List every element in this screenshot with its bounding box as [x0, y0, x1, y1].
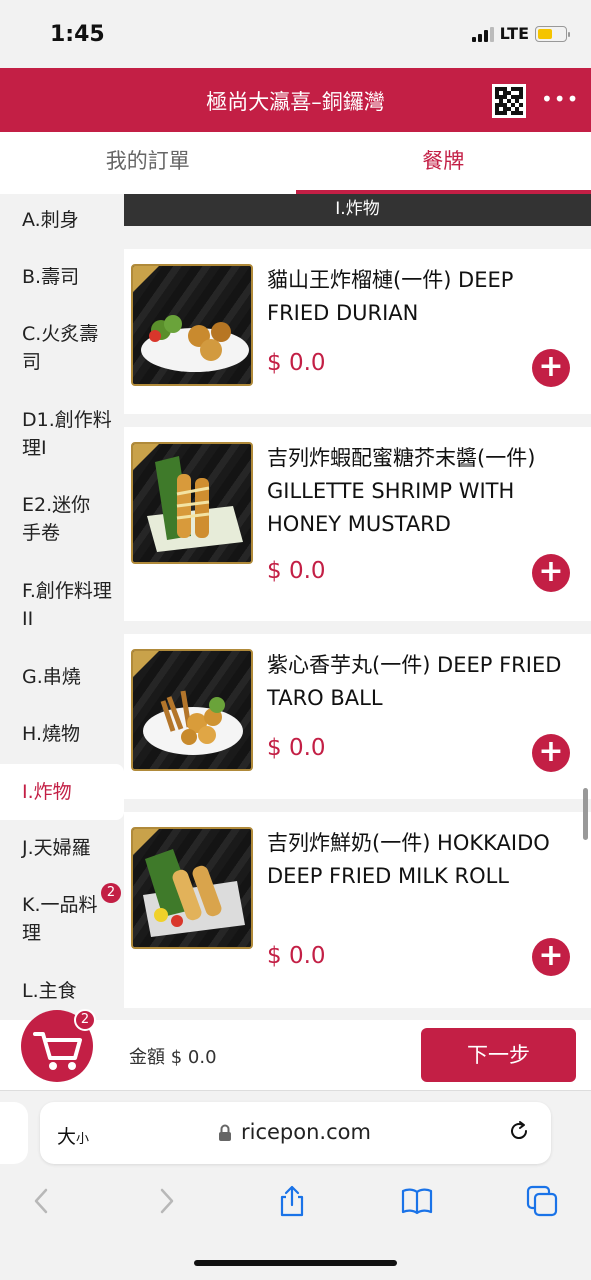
category-sidebar: A.刺身 B.壽司 C.火炙壽司 D1.創作料理I E2.迷你手卷 F.創作料理… [0, 194, 124, 1020]
dish-price: $ 0.0 [267, 350, 326, 376]
dish-card[interactable]: 紫心香芋丸(一件) DEEP FRIED TARO BALL $ 0.0 + [124, 634, 591, 799]
dish-card[interactable]: 吉列炸蝦配蜜糖芥末醬(一件) GILLETTE SHRIMP WITH HONE… [124, 427, 591, 621]
dish-price: $ 0.0 [267, 943, 326, 969]
status-time: 1:45 [50, 22, 105, 47]
dish-image [131, 649, 253, 771]
dish-name: 吉列炸蝦配蜜糖芥末醬(一件) GILLETTE SHRIMP WITH HONE… [267, 446, 536, 536]
plus-icon: + [538, 734, 564, 769]
cart-count-badge: 2 [74, 1009, 96, 1031]
menu-list: I.炸物 貓山王炸榴槤(一件) DEEP FRIED DURIAN $ 0.0 … [124, 194, 591, 1020]
status-bar: 1:45 LTE [0, 0, 591, 68]
home-indicator[interactable] [194, 1260, 397, 1266]
forward-icon[interactable] [150, 1184, 184, 1218]
category-badge: 2 [101, 883, 121, 903]
tab-bar: 我的訂單 餐牌 [0, 132, 591, 194]
cart-total: 金額 $ 0.0 [129, 1047, 217, 1068]
add-to-cart-button[interactable]: + [532, 554, 570, 592]
network-type: LTE [499, 24, 529, 43]
dish-image [131, 264, 253, 386]
dish-price: $ 0.0 [267, 735, 326, 761]
url-text: ricepon.com [241, 1120, 371, 1144]
lock-icon [219, 1124, 231, 1141]
qr-code-icon[interactable] [492, 84, 526, 118]
plus-icon: + [538, 554, 564, 589]
battery-icon [535, 25, 570, 42]
sidebar-item-mini-handroll[interactable]: E2.迷你手卷 [0, 491, 104, 547]
sidebar-item-aburi-sushi[interactable]: C.火炙壽司 [0, 320, 104, 376]
sidebar-item-skewers[interactable]: G.串燒 [0, 663, 124, 691]
dish-price: $ 0.0 [267, 558, 326, 584]
share-icon[interactable] [275, 1184, 309, 1218]
previous-tab-preview[interactable] [0, 1102, 28, 1164]
dish-name: 吉列炸鮮奶(一件) HOKKAIDO DEEP FRIED MILK ROLL [267, 831, 550, 888]
sidebar-item-sushi[interactable]: B.壽司 [0, 263, 124, 291]
next-step-button[interactable]: 下一步 [421, 1028, 576, 1082]
tab-menu[interactable]: 餐牌 [295, 132, 591, 194]
sidebar-item-creative-2[interactable]: F.創作料理II [0, 577, 114, 633]
add-to-cart-button[interactable]: + [532, 938, 570, 976]
bookmarks-icon[interactable] [400, 1184, 434, 1218]
sidebar-item-tempura[interactable]: J.天婦羅 [0, 834, 124, 862]
section-title: I.炸物 [124, 194, 591, 226]
more-icon[interactable]: ••• [541, 89, 579, 109]
tabs-icon[interactable] [525, 1184, 559, 1218]
dish-name: 紫心香芋丸(一件) DEEP FRIED TARO BALL [267, 653, 562, 710]
sidebar-item-creative-1[interactable]: D1.創作料理I [0, 406, 114, 462]
reload-icon[interactable] [507, 1119, 531, 1143]
sidebar-item-fried[interactable]: I.炸物 [0, 764, 124, 820]
dish-card[interactable]: 貓山王炸榴槤(一件) DEEP FRIED DURIAN $ 0.0 + [124, 249, 591, 414]
add-to-cart-button[interactable]: + [532, 734, 570, 772]
plus-icon: + [538, 349, 564, 384]
status-indicators: LTE [471, 24, 570, 43]
scrollbar[interactable] [583, 788, 588, 840]
app-header: 極尚大瀛喜–銅鑼灣 ••• [0, 68, 591, 132]
tab-my-orders[interactable]: 我的訂單 [0, 132, 296, 194]
sidebar-item-a-la-carte[interactable]: K.一品料理 2 [0, 883, 124, 947]
dish-image [131, 442, 253, 564]
text-size-big: 大 [57, 1126, 77, 1148]
dish-image [131, 827, 253, 949]
add-to-cart-button[interactable]: + [532, 349, 570, 387]
signal-icon [471, 26, 494, 42]
sidebar-item-main[interactable]: L.主食 [0, 977, 124, 1005]
text-size-small: 小 [76, 1132, 90, 1147]
dish-name: 貓山王炸榴槤(一件) DEEP FRIED DURIAN [267, 268, 514, 325]
text-size-button[interactable]: 大小 [57, 1122, 89, 1149]
sidebar-item-label: K.一品料理 [22, 894, 98, 944]
sidebar-item-grilled[interactable]: H.燒物 [0, 720, 124, 748]
plus-icon: + [538, 938, 564, 973]
dish-card[interactable]: 吉列炸鮮奶(一件) HOKKAIDO DEEP FRIED MILK ROLL … [124, 812, 591, 1008]
back-icon[interactable] [24, 1184, 58, 1218]
sidebar-item-sashimi[interactable]: A.刺身 [0, 206, 124, 234]
